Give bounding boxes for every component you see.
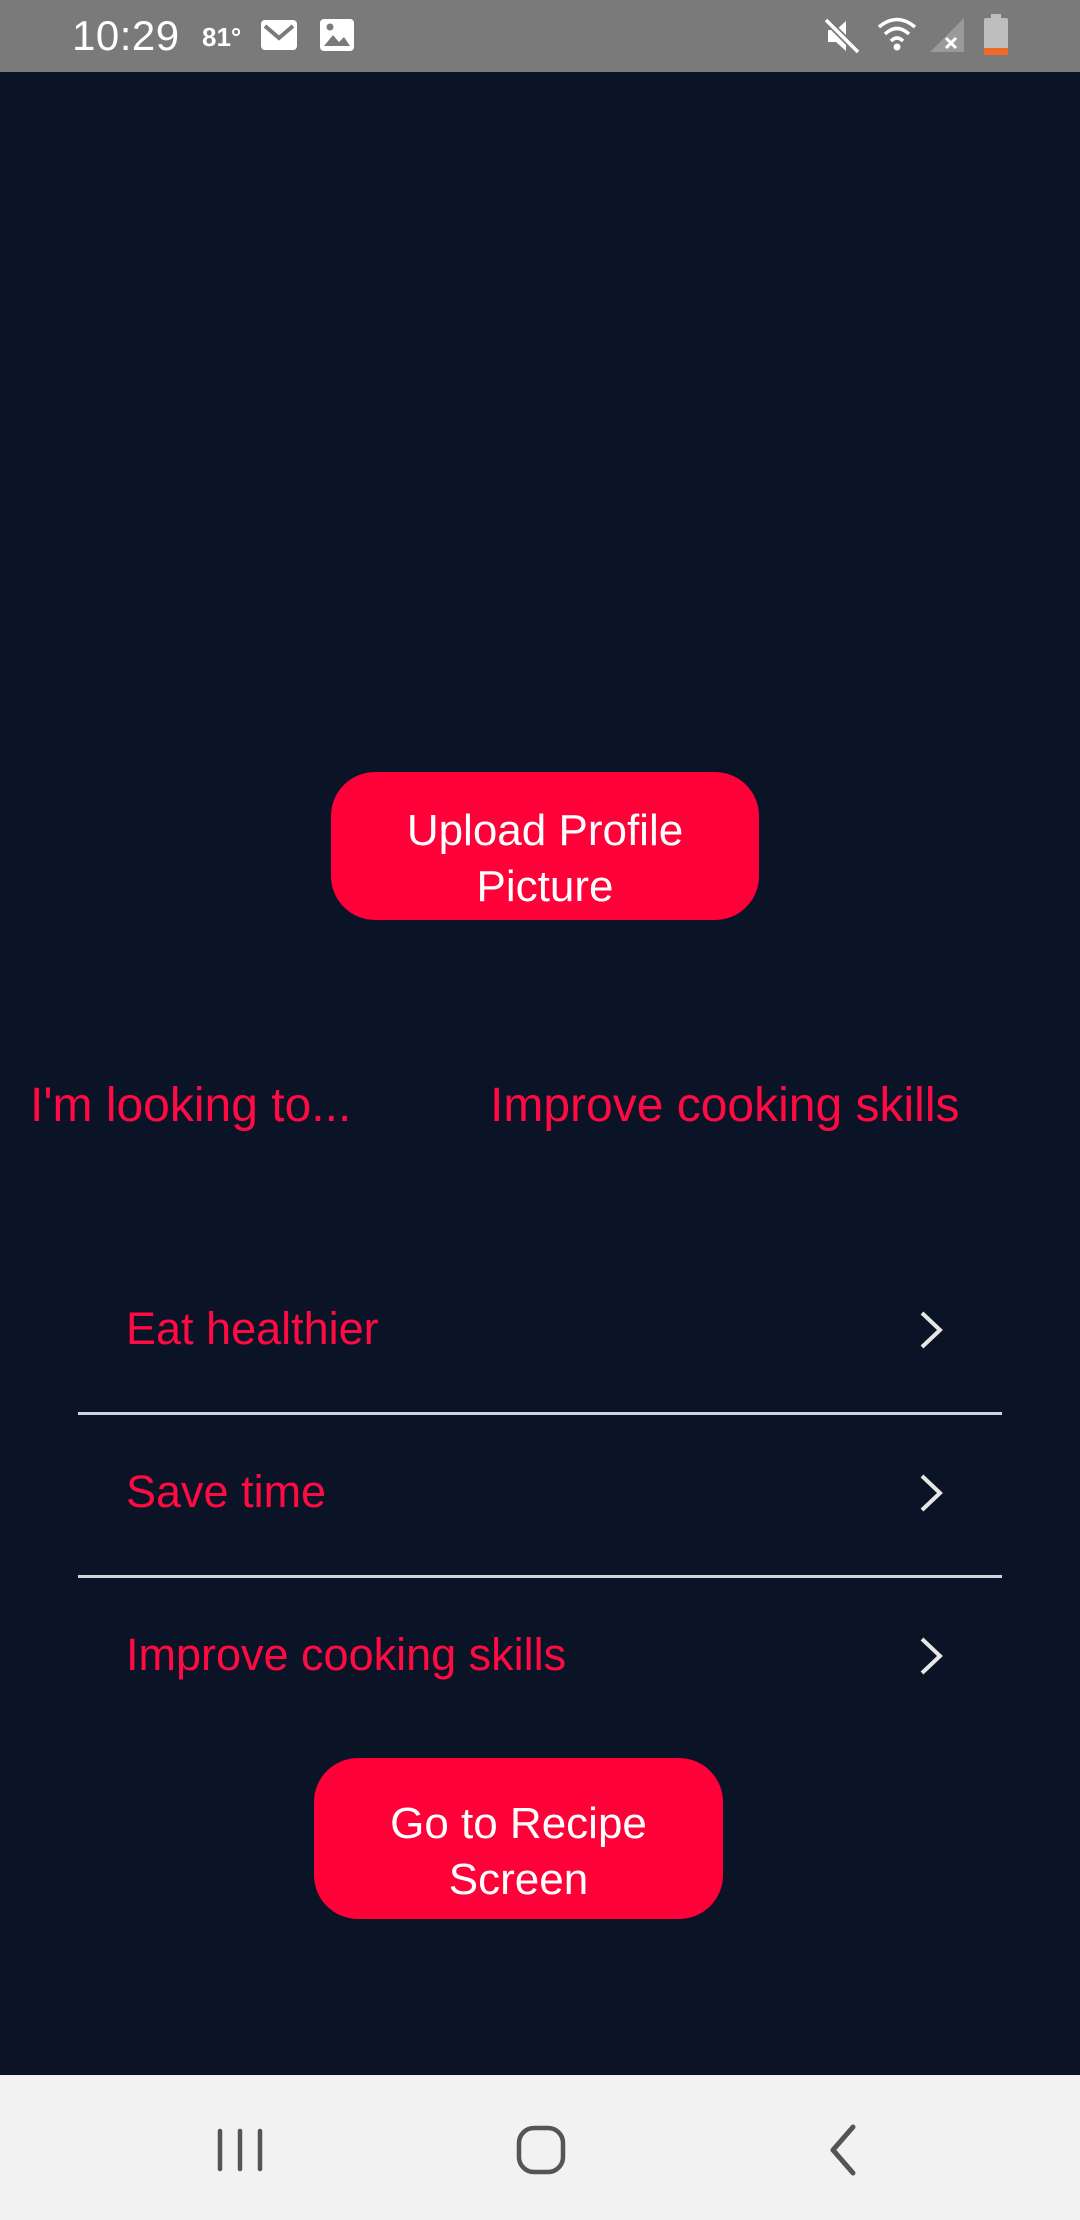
goal-list: Eat healthier Save time Improve cooking … xyxy=(78,1252,1002,1741)
goal-item-save-time[interactable]: Save time xyxy=(78,1415,1002,1578)
recent-apps-icon[interactable] xyxy=(205,2115,275,2185)
chevron-right-icon xyxy=(914,1473,948,1513)
upload-profile-picture-button[interactable]: Upload Profile Picture xyxy=(331,772,759,920)
status-bar: 10:29 81° xyxy=(0,0,1080,72)
wifi-icon xyxy=(876,16,918,57)
back-icon[interactable] xyxy=(809,2115,879,2185)
goal-label: Eat healthier xyxy=(126,1303,379,1354)
mute-icon xyxy=(822,16,862,61)
home-icon[interactable] xyxy=(506,2115,576,2185)
signal-icon xyxy=(928,16,966,59)
battery-icon xyxy=(983,14,1009,61)
chevron-right-icon xyxy=(914,1636,948,1676)
looking-to-label: I'm looking to... xyxy=(30,1079,352,1132)
image-icon xyxy=(318,16,356,59)
status-temperature: 81° xyxy=(202,22,242,52)
go-to-recipe-screen-button[interactable]: Go to Recipe Screen xyxy=(314,1758,723,1919)
goal-label: Save time xyxy=(126,1466,327,1517)
goal-label: Improve cooking skills xyxy=(126,1629,567,1680)
goal-item-improve-cooking-skills[interactable]: Improve cooking skills xyxy=(78,1578,1002,1741)
chevron-right-icon xyxy=(914,1310,948,1350)
goal-item-eat-healthier[interactable]: Eat healthier xyxy=(78,1252,1002,1415)
main-content: Upload Profile Picture I'm looking to...… xyxy=(0,72,1080,2075)
mail-icon xyxy=(259,16,299,59)
selected-goal-text: Improve cooking skills xyxy=(490,1079,960,1132)
navigation-bar xyxy=(0,2075,1080,2220)
status-time: 10:29 xyxy=(72,12,180,59)
